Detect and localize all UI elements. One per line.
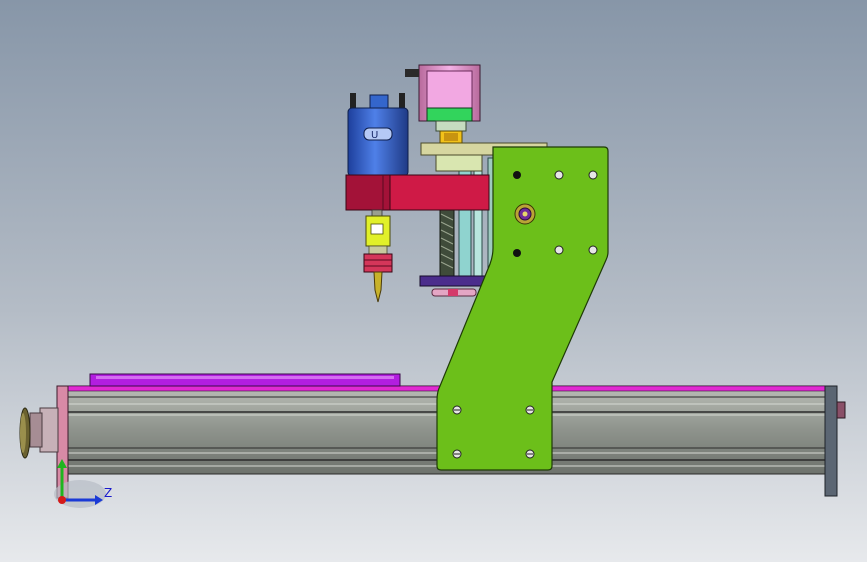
cad-viewport[interactable]: U Z <box>0 0 867 562</box>
stepper-motor[interactable] <box>405 64 481 144</box>
spindle-collet[interactable] <box>363 209 393 273</box>
right-end-plate[interactable] <box>824 385 846 497</box>
spindle-mount[interactable] <box>345 174 490 211</box>
cutting-tool[interactable] <box>373 271 383 303</box>
work-table[interactable] <box>89 373 401 387</box>
cnc-assembly-model[interactable]: U <box>0 0 867 562</box>
spindle-motor-label: U <box>371 130 378 141</box>
spindle-motor[interactable]: U <box>347 93 409 177</box>
z-axis-label: Z <box>104 486 113 500</box>
gantry-bearing[interactable] <box>514 203 536 225</box>
